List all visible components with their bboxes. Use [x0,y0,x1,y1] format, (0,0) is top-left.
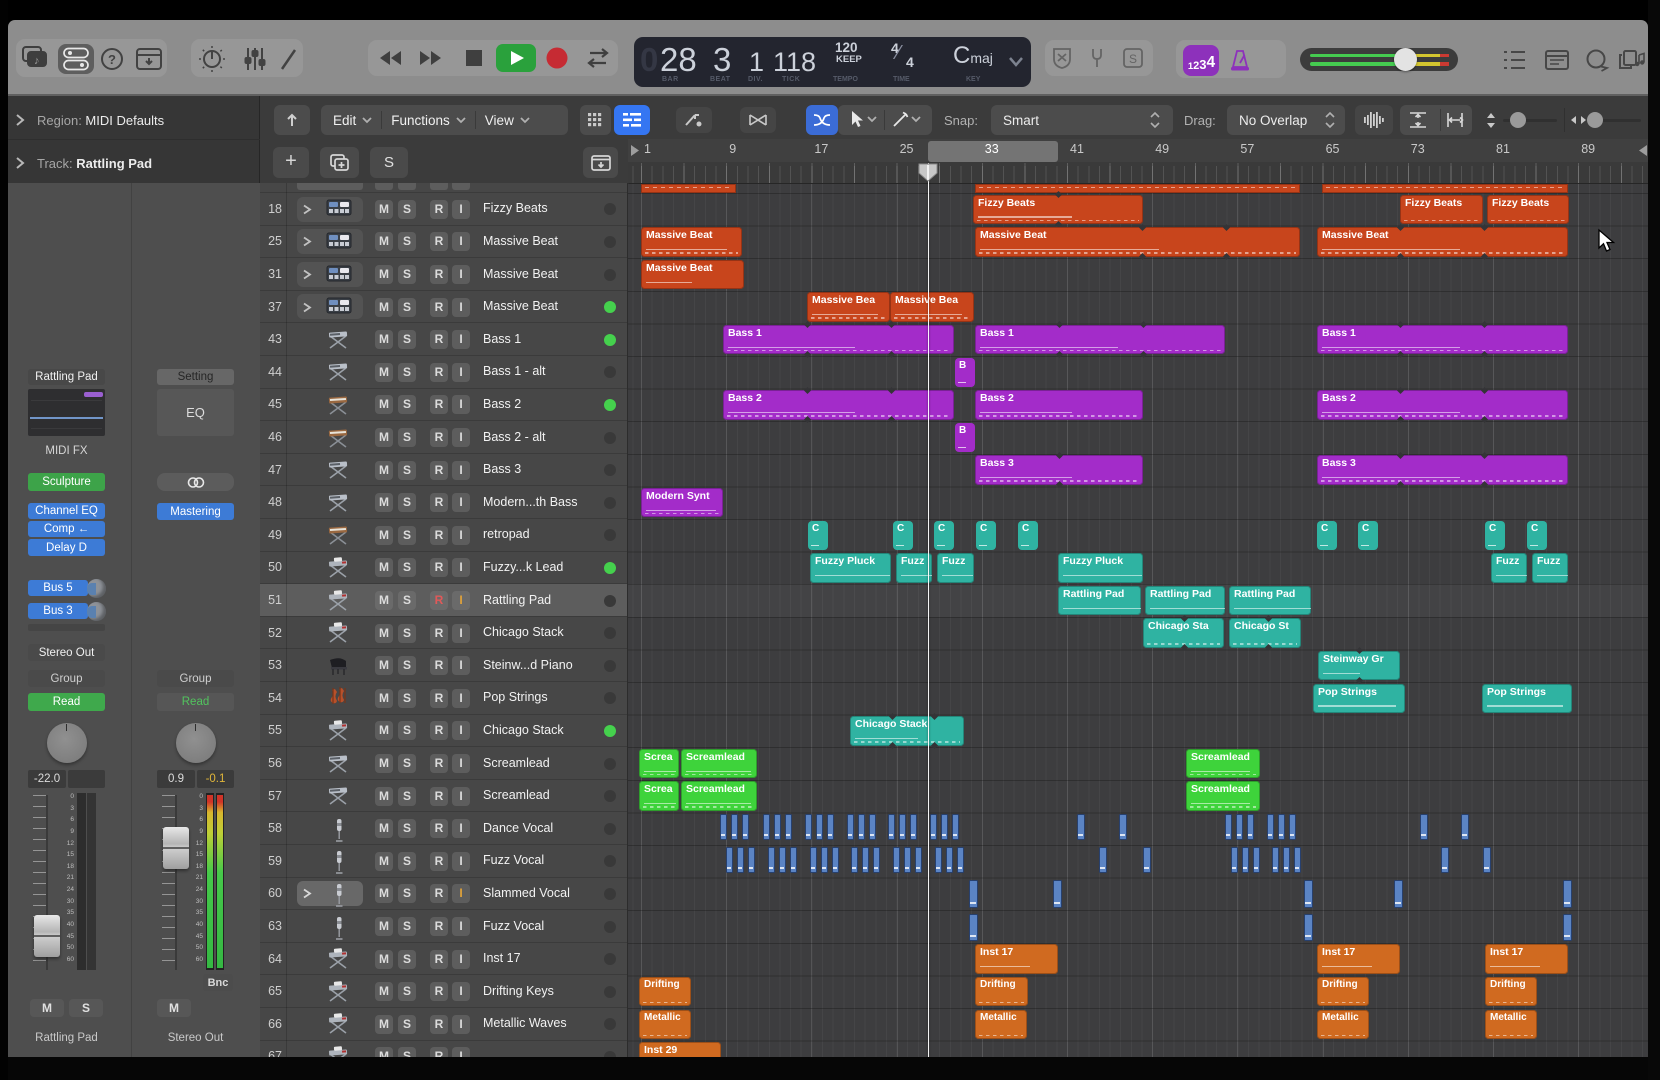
svg-text:♪: ♪ [34,55,40,67]
svg-text:?: ? [108,52,116,67]
svg-text:S: S [1129,52,1137,66]
